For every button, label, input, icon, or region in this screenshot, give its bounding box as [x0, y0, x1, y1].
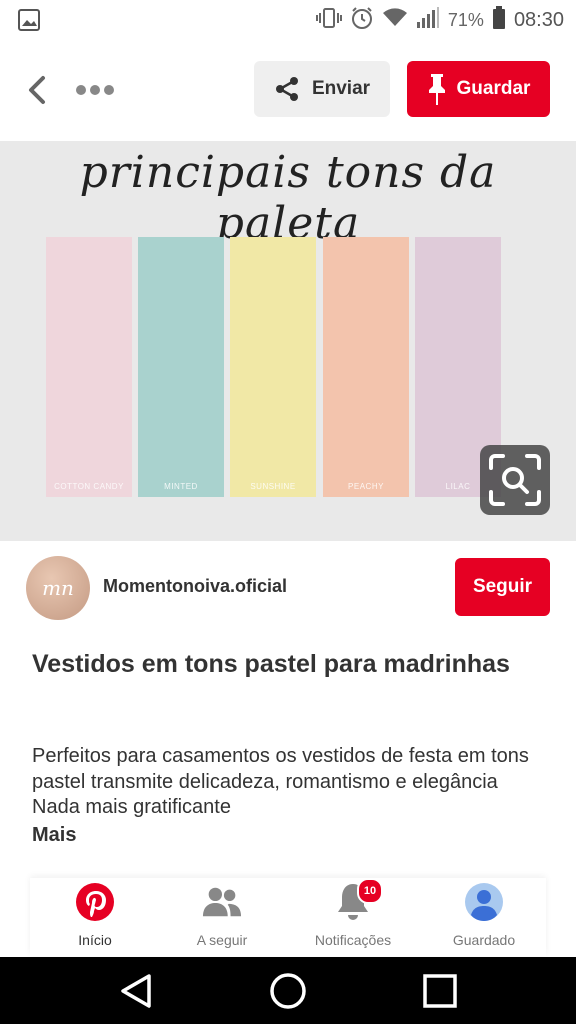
creator-avatar[interactable]: mn — [26, 556, 90, 620]
people-icon — [202, 882, 242, 922]
pin-header: Enviar Guardar — [0, 50, 576, 130]
bell-icon: 10 — [333, 878, 383, 922]
nav-label-home: Início — [78, 932, 112, 948]
swatch-minted: MINTED — [138, 237, 224, 497]
signal-icon — [416, 7, 440, 34]
swatch-peachy: PEACHY — [323, 237, 409, 497]
nav-label-notifications: Notificações — [314, 932, 392, 948]
swatch-label: SUNSHINE — [250, 482, 296, 491]
more-options-button[interactable] — [70, 78, 120, 102]
send-label: Enviar — [311, 78, 371, 99]
nav-item-notifications[interactable]: 10 Notificações — [288, 878, 418, 952]
creator-row: mn Momentonoiva.oficial Seguir — [0, 552, 576, 626]
more-link[interactable]: Mais — [32, 824, 76, 847]
visual-search-button[interactable] — [480, 445, 550, 515]
vibrate-icon — [315, 7, 342, 34]
home-circle-icon[interactable] — [268, 971, 308, 1011]
save-label: Guardar — [456, 78, 531, 99]
save-button[interactable]: Guardar — [407, 61, 550, 117]
swatch-label: PEACHY — [348, 482, 384, 491]
nav-item-following[interactable]: A seguir — [157, 882, 287, 952]
battery-percent: 71% — [447, 10, 484, 30]
swatch-label: COTTON CANDY — [54, 482, 124, 491]
status-bar: 71% 08:30 — [0, 0, 576, 40]
lens-search-icon — [489, 454, 541, 506]
pin-title: Vestidos em tons pastel para madrinhas — [32, 650, 510, 678]
image-icon — [18, 9, 40, 36]
swatch-cotton-candy: COTTON CANDY — [46, 237, 132, 497]
alarm-icon — [350, 6, 374, 35]
share-icon — [275, 77, 298, 101]
nav-label-saved: Guardado — [452, 932, 516, 948]
clock: 08:30 — [513, 9, 564, 31]
swatch-label: MINTED — [164, 482, 198, 491]
follow-button[interactable]: Seguir — [455, 558, 550, 616]
pinterest-icon — [75, 882, 115, 922]
follow-label: Seguir — [472, 576, 533, 597]
battery-icon — [492, 6, 506, 35]
back-triangle-icon[interactable] — [116, 971, 156, 1011]
nav-item-home[interactable]: Início — [30, 882, 160, 952]
notification-badge: 10 — [357, 878, 383, 904]
nav-label-following: A seguir — [196, 932, 248, 948]
pushpin-icon — [428, 74, 445, 105]
android-nav-bar — [0, 957, 576, 1024]
chevron-left-icon — [29, 76, 45, 104]
avatar-logo-text: mn — [42, 576, 74, 600]
nav-item-saved[interactable]: Guardado — [419, 882, 549, 952]
recents-square-icon[interactable] — [420, 971, 460, 1011]
back-button[interactable] — [18, 72, 54, 108]
bottom-nav: Início A seguir 10 Notificações Guardado — [30, 878, 546, 956]
more-dots-icon — [76, 85, 114, 95]
pin-description: Perfeitos para casamentos os vestidos de… — [32, 745, 529, 818]
send-button[interactable]: Enviar — [254, 61, 390, 117]
wifi-icon — [382, 8, 408, 33]
profile-icon — [464, 882, 504, 922]
creator-name[interactable]: Momentonoiva.oficial — [103, 576, 287, 597]
swatch-sunshine: SUNSHINE — [230, 237, 316, 497]
pin-image[interactable]: principais tons da paleta COTTON CANDY MI… — [0, 141, 576, 541]
image-title: principais tons da paleta — [79, 147, 497, 249]
